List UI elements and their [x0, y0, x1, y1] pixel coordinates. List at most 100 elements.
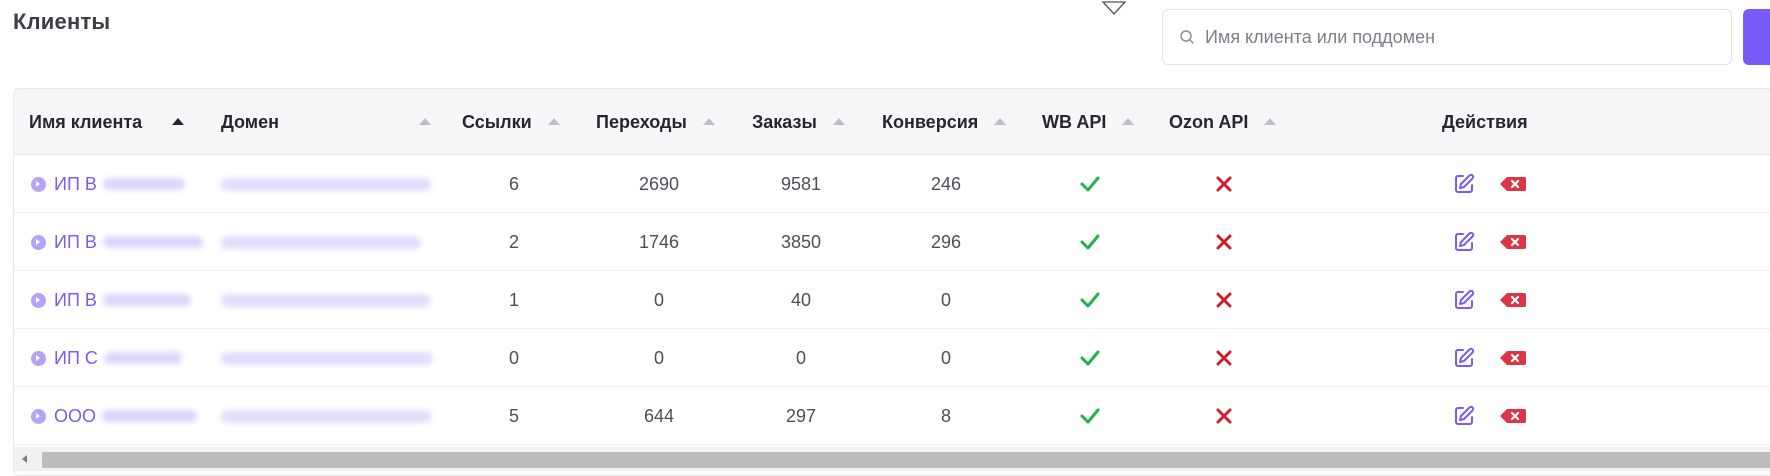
- search-field[interactable]: [1162, 9, 1732, 65]
- delete-icon: [1500, 235, 1526, 249]
- table-row: ИП В 2 1746 3850 296: [14, 213, 1770, 271]
- scrollbar-thumb[interactable]: [42, 452, 1770, 468]
- check-icon: [1080, 234, 1100, 250]
- cross-icon: [1216, 176, 1232, 192]
- column-header-conversion[interactable]: Конверсия: [882, 89, 1007, 155]
- clicks-count: 2690: [638, 173, 680, 194]
- redacted-text: [221, 235, 421, 249]
- sort-icon[interactable]: [1122, 117, 1135, 125]
- column-label: Заказы: [752, 111, 817, 132]
- clicks-count: 644: [643, 405, 675, 426]
- chevron-circle-icon: [31, 234, 46, 250]
- check-icon: [1080, 408, 1100, 424]
- client-name-link[interactable]: ИП В: [31, 155, 185, 213]
- edit-button[interactable]: [1452, 329, 1476, 387]
- client-name: ИП В: [54, 173, 97, 194]
- column-header-orders[interactable]: Заказы: [752, 89, 845, 155]
- links-count: 1: [508, 289, 519, 310]
- edit-icon: [1455, 405, 1475, 425]
- client-name-link[interactable]: ООО: [31, 387, 198, 445]
- ozon-api-status: [1164, 271, 1284, 329]
- check-icon: [1080, 350, 1100, 366]
- ozon-api-status: [1164, 155, 1284, 213]
- column-header-clicks[interactable]: Переходы: [596, 89, 715, 155]
- add-client-button[interactable]: [1743, 9, 1770, 65]
- redacted-text: [221, 351, 433, 365]
- clicks-count: 0: [653, 289, 664, 310]
- delete-button[interactable]: [1498, 329, 1528, 387]
- domain-link[interactable]: [221, 387, 431, 445]
- delete-button[interactable]: [1498, 387, 1528, 445]
- sort-ascending-icon[interactable]: [172, 117, 185, 125]
- wb-api-status: [1030, 387, 1150, 445]
- sort-icon[interactable]: [419, 117, 431, 125]
- domain-link[interactable]: [221, 271, 431, 329]
- edit-button[interactable]: [1452, 387, 1476, 445]
- conversion-value: 246: [930, 173, 962, 194]
- orders-count: 40: [790, 289, 812, 310]
- delete-button[interactable]: [1498, 155, 1528, 213]
- column-label: Конверсия: [882, 111, 979, 132]
- chevron-circle-icon: [31, 350, 46, 366]
- table-row: ООО 5 644 297 8: [14, 387, 1770, 445]
- sort-icon[interactable]: [1264, 117, 1277, 125]
- column-header-wb-api[interactable]: WB API: [1042, 89, 1135, 155]
- column-label: Ozon API: [1169, 111, 1249, 132]
- wb-api-status: [1030, 329, 1150, 387]
- column-header-links[interactable]: Ссылки: [462, 89, 560, 155]
- table-row: ИП В 1 0 40 0: [14, 271, 1770, 329]
- column-header-ozon-api[interactable]: Ozon API: [1169, 89, 1277, 155]
- edit-icon: [1455, 347, 1475, 367]
- horizontal-scrollbar[interactable]: [14, 447, 1770, 471]
- delete-button[interactable]: [1498, 213, 1528, 271]
- scroll-left-arrow-icon[interactable]: [22, 455, 27, 463]
- clients-table: Имя клиента Домен Ссылки Переходы Заказы…: [13, 88, 1770, 476]
- delete-button[interactable]: [1498, 271, 1528, 329]
- sort-icon[interactable]: [702, 117, 715, 125]
- conversion-value: 296: [930, 231, 962, 252]
- ozon-api-status: [1164, 387, 1284, 445]
- domain-link[interactable]: [221, 155, 431, 213]
- chevron-circle-icon: [31, 176, 46, 192]
- redacted-text: [221, 177, 431, 191]
- table-row: ИП В 6 2690 9581 246: [14, 155, 1770, 213]
- orders-count: 9581: [780, 173, 822, 194]
- conversion-value: 0: [940, 347, 951, 368]
- client-name-link[interactable]: ИП С: [31, 329, 182, 387]
- edit-button[interactable]: [1452, 271, 1476, 329]
- ozon-api-status: [1164, 329, 1284, 387]
- cross-icon: [1216, 292, 1232, 308]
- wb-api-status: [1030, 155, 1150, 213]
- search-input[interactable]: [1205, 26, 1685, 48]
- delete-icon: [1500, 409, 1526, 423]
- column-label: Ссылки: [462, 111, 532, 132]
- redacted-text: [102, 236, 203, 248]
- clicks-count: 0: [653, 347, 664, 368]
- check-icon: [1080, 176, 1100, 192]
- domain-link[interactable]: [221, 329, 433, 387]
- conversion-value: 8: [940, 405, 951, 426]
- cross-icon: [1216, 234, 1232, 250]
- domain-link[interactable]: [221, 213, 421, 271]
- edit-button[interactable]: [1452, 213, 1476, 271]
- sort-icon[interactable]: [832, 117, 845, 125]
- links-count: 0: [508, 347, 519, 368]
- delete-icon: [1500, 351, 1526, 365]
- edit-icon: [1455, 173, 1475, 193]
- links-count: 2: [508, 231, 519, 252]
- redacted-text: [103, 352, 182, 364]
- column-label: Переходы: [596, 111, 687, 132]
- client-name: ИП В: [54, 231, 97, 252]
- column-header-domain[interactable]: Домен: [221, 89, 431, 155]
- sort-icon[interactable]: [994, 117, 1007, 125]
- client-name-link[interactable]: ИП В: [31, 213, 203, 271]
- table-header: Имя клиента Домен Ссылки Переходы Заказы…: [14, 89, 1770, 155]
- orders-count: 0: [795, 347, 806, 368]
- page-title: Клиенты: [13, 9, 111, 34]
- client-name-link[interactable]: ИП В: [31, 271, 191, 329]
- cursor-icon: [1101, 1, 1127, 15]
- sort-icon[interactable]: [547, 117, 560, 125]
- edit-button[interactable]: [1452, 155, 1476, 213]
- edit-icon: [1455, 231, 1475, 251]
- column-header-client[interactable]: Имя клиента: [29, 89, 185, 155]
